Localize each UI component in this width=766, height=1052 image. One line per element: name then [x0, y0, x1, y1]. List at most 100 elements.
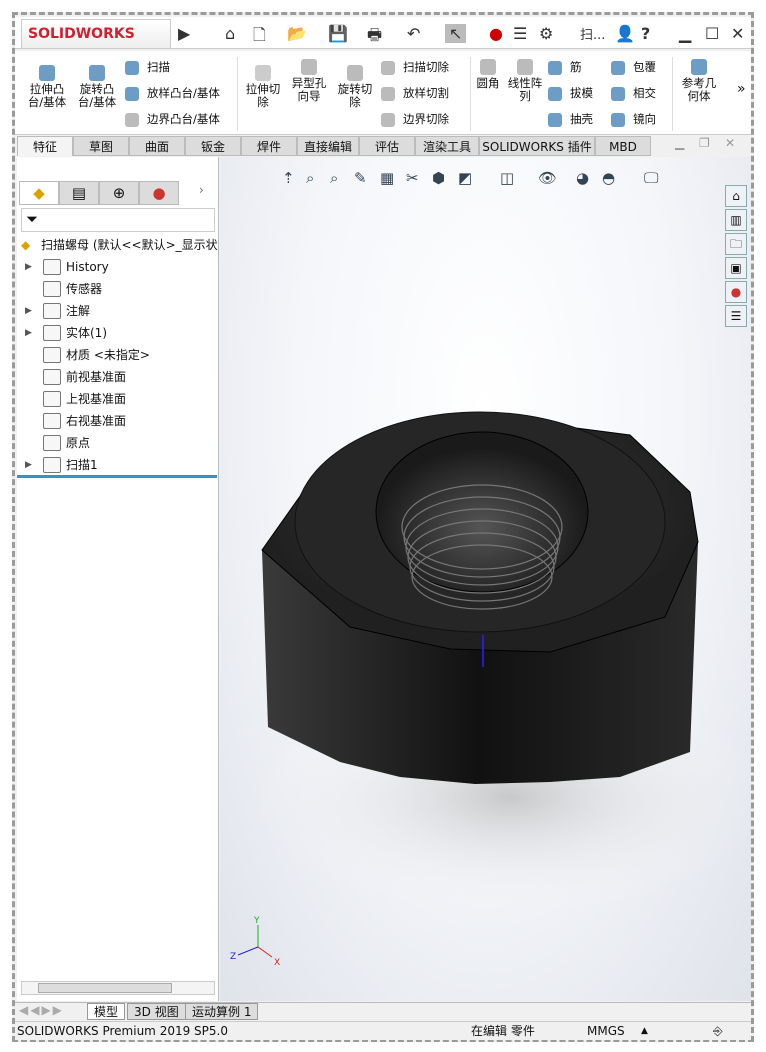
sweep-button[interactable]: 扫描 [125, 59, 170, 75]
solidworks-window: SOLIDWORKS ▶ ⌂ 🗋 📂 💾 🖶 ↶ ↖ ● ☰ ⚙ 扫... 👤 … [12, 12, 754, 1042]
unit-system-button[interactable]: MMGS [587, 1022, 625, 1041]
tab-mbd[interactable]: MBD [595, 136, 651, 156]
doc-minimize-button[interactable]: ▁ [675, 136, 684, 150]
expand-arrow-icon[interactable]: ▶ [25, 301, 32, 321]
rollback-bar[interactable] [17, 475, 217, 478]
tree-item-icon [43, 391, 61, 407]
open-icon[interactable]: 📂 [287, 24, 307, 43]
solidworks-logo[interactable]: SOLIDWORKS [21, 19, 171, 49]
new-document-icon[interactable]: 🗋 [253, 24, 266, 51]
print-icon[interactable]: 🖶 [367, 24, 382, 51]
boundary-cut-button[interactable]: 边界切除 [381, 111, 449, 127]
appearance-tab-icon[interactable]: ● [139, 181, 179, 205]
boundary-icon [125, 112, 139, 127]
expand-arrow-icon[interactable]: ▶ [25, 455, 32, 475]
wrap-button[interactable]: 包覆 [611, 59, 656, 75]
file-properties-icon[interactable]: ☰ [513, 24, 527, 43]
linear-pattern-icon [517, 59, 533, 75]
expand-menu-icon[interactable]: ▶ [178, 24, 190, 43]
tab-sheet-metal[interactable]: 钣金 [185, 136, 241, 156]
tab-sketch[interactable]: 草图 [73, 136, 129, 156]
tree-item-icon [43, 435, 61, 451]
coordinate-triad: Y X Z [230, 916, 280, 968]
shell-button[interactable]: 抽壳 [548, 111, 593, 127]
reference-geometry-button[interactable]: 参考几 何体 [677, 59, 721, 103]
rebuild-icon[interactable]: ● [489, 24, 503, 43]
tab-render-tools[interactable]: 渲染工具 [415, 136, 479, 156]
svg-text:Y: Y [253, 916, 260, 926]
tab-addins[interactable]: SOLIDWORKS 插件 [479, 136, 595, 156]
tree-item-icon [43, 259, 61, 275]
lofted-cut-button[interactable]: 放样切割 [381, 85, 449, 101]
tab-motion-study[interactable]: 运动算例 1 [185, 1003, 259, 1020]
extrude-boss-button[interactable]: 拉伸凸 台/基体 [25, 65, 69, 109]
revolve-boss-button[interactable]: 旋转凸 台/基体 [75, 65, 119, 109]
swept-cut-button[interactable]: 扫描切除 [381, 59, 449, 75]
tab-weldments[interactable]: 焊件 [241, 136, 297, 156]
unit-menu-icon[interactable]: ▲ [641, 1022, 648, 1041]
revolve-cut-icon [347, 65, 363, 81]
tree-item-icon [43, 303, 61, 319]
minimize-button[interactable]: ▁ [679, 24, 691, 43]
user-icon[interactable]: 👤 [615, 24, 635, 43]
hole-wizard-icon [301, 59, 317, 75]
revolve-cut-button[interactable]: 旋转切 除 [333, 65, 377, 109]
doc-close-button[interactable]: ✕ [725, 136, 735, 150]
loft-button[interactable]: 放样凸台/基体 [125, 85, 220, 101]
sweep-icon [125, 60, 139, 75]
feature-tree-tab-icon[interactable]: ◆ [19, 181, 59, 205]
loft-icon [125, 86, 139, 101]
help-icon[interactable]: ? [641, 24, 650, 43]
options-gear-icon[interactable]: ⚙ [539, 24, 553, 43]
reference-geometry-icon [691, 59, 707, 75]
fillet-button[interactable]: 圆角 [473, 59, 503, 90]
close-button[interactable]: ✕ [731, 24, 744, 43]
model-tabs: ◀◀▶▶ 模型 3D 视图 运动算例 1 [15, 1002, 751, 1020]
tree-item-icon [43, 413, 61, 429]
hex-nut-model[interactable]: Y X Z [220, 157, 751, 1001]
home-icon[interactable]: ⌂ [225, 24, 235, 43]
extrude-cut-button[interactable]: 拉伸切 除 [241, 65, 285, 109]
tree-item-icon [43, 325, 61, 341]
svg-text:X: X [274, 958, 280, 968]
tree-item-icon [43, 281, 61, 297]
linear-pattern-button[interactable]: 线性阵 列 [505, 59, 545, 103]
extrude-boss-icon [39, 65, 55, 81]
hole-wizard-button[interactable]: 异型孔 向导 [287, 59, 331, 103]
boundary-boss-button[interactable]: 边界凸台/基体 [125, 111, 220, 127]
panel-more-icon[interactable]: › [199, 183, 204, 197]
graphics-area[interactable]: ⇡ ⌕ ⌕ ✎ ▦ ✂ ⬢ ◩ ◫ 👁 ◕ ◓ 🖵 ⌂ ▥ 🗀 ▣ ● ☰ Y … [220, 157, 751, 1001]
search-commands[interactable]: 扫... [580, 24, 605, 43]
save-icon[interactable]: 💾 [328, 24, 348, 43]
expand-arrow-icon[interactable]: ▶ [25, 323, 32, 343]
doc-restore-button[interactable]: ❐ [699, 136, 710, 150]
tab-model[interactable]: 模型 [87, 1003, 126, 1020]
tab-3d-view[interactable]: 3D 视图 [127, 1003, 186, 1020]
tab-evaluate[interactable]: 评估 [359, 136, 415, 156]
tab-direct-editing[interactable]: 直接编辑 [297, 136, 359, 156]
rebuild-status-icon[interactable]: ⎆ [713, 1022, 723, 1041]
mirror-button[interactable]: 镜向 [611, 111, 656, 127]
status-bar: SOLIDWORKS Premium 2019 SP5.0 在编辑 零件 MMG… [15, 1021, 751, 1040]
intersect-button[interactable]: 相交 [611, 85, 656, 101]
more-commands-icon[interactable]: » [737, 81, 746, 97]
tree-filter[interactable]: ⏷ [21, 208, 215, 232]
rib-button[interactable]: 筋 [548, 59, 582, 75]
draft-button[interactable]: 拔模 [548, 85, 593, 101]
configuration-tab-icon[interactable]: ⊕ [99, 181, 139, 205]
tab-features[interactable]: 特征 [17, 136, 73, 156]
filter-icon: ⏷ [26, 210, 39, 228]
tree-item-icon [43, 369, 61, 385]
maximize-button[interactable]: ☐ [705, 24, 719, 43]
expand-arrow-icon[interactable]: ▶ [25, 257, 32, 277]
tab-scroll-arrows[interactable]: ◀◀▶▶ [19, 1003, 64, 1017]
horizontal-scrollbar[interactable] [21, 981, 215, 995]
undo-icon[interactable]: ↶ [407, 24, 420, 43]
property-manager-tab-icon[interactable]: ▤ [59, 181, 99, 205]
svg-text:Z: Z [230, 952, 236, 962]
tab-surfaces[interactable]: 曲面 [129, 136, 185, 156]
revolve-boss-icon [89, 65, 105, 81]
select-icon[interactable]: ↖ [445, 24, 467, 43]
feature-manager-panel: ◆ ▤ ⊕ ● › ⏷ ◆ 扫描螺母 (默认<<默认>_显示状 ▶ History… [17, 157, 219, 1001]
command-tabs: 特征 草图 曲面 钣金 焊件 直接编辑 评估 渲染工具 SOLIDWORKS 插… [15, 136, 751, 156]
